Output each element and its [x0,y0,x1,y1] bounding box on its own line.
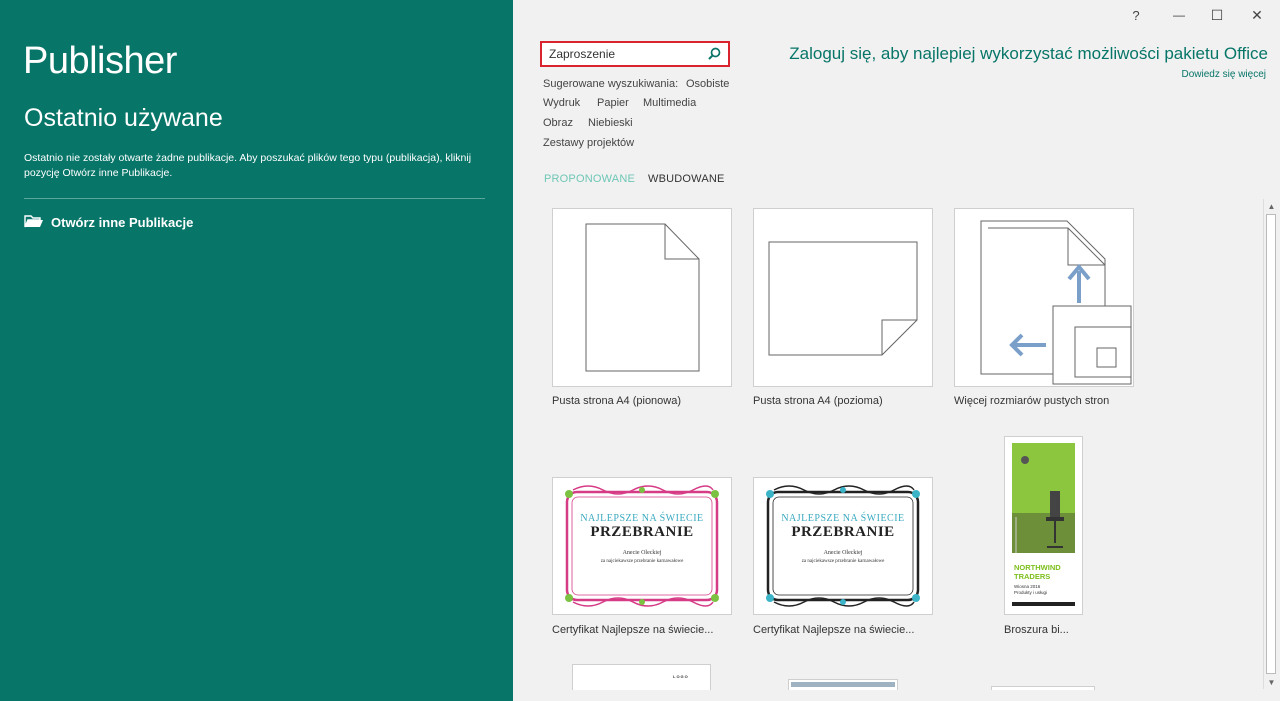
template-caption: Pusta strona A4 (pozioma) [753,395,883,407]
left-panel: Publisher Ostatnio używane Ostatnio nie … [0,0,513,701]
template-caption: Więcej rozmiarów pustych stron [954,395,1110,407]
recent-description: Ostatnio nie zostały otwarte żadne publi… [24,152,472,179]
signin-prompt[interactable]: Zaloguj się, aby najlepiej wykorzystać m… [789,44,1268,64]
brochure-name-line: NORTHWIND [1014,563,1061,572]
recent-heading: Ostatnio używane [24,104,223,132]
scroll-down-arrow-icon[interactable]: ▼ [1264,675,1279,689]
open-other-label: Otwórz inne Publikacje [51,215,194,230]
template-caption: Pusta strona A4 (pionowa) [552,395,682,407]
vertical-scrollbar[interactable]: ▲ ▼ [1263,199,1279,689]
template-caption: Certyfikat Najlepsze na świecie... [552,624,714,636]
template-brochure[interactable]: NORTHWIND TRADERS Wiosna 2016 Produkty i… [1004,436,1083,615]
page-sizes-thumbnail [980,220,1132,385]
divider [24,198,485,199]
certificate-recipient: Anecie Oleckiej [823,550,863,556]
suggested-searches-label: Sugerowane wyszukiwania: [543,78,679,90]
pink-swirl-border [565,485,719,607]
brochure-sub-line: Produkty i usługi [1014,590,1048,595]
template-partial[interactable]: LOGO [572,664,711,690]
brochure-company-name: NORTHWIND TRADERS [1014,563,1061,581]
template-caption: Broszura bi... [1004,624,1069,636]
certificate-title-big: PRZEBRANIE [590,524,694,540]
black-swirl-border [766,485,920,607]
minimize-button[interactable]: — [1159,0,1199,30]
search-input[interactable] [549,47,699,61]
blank-landscape-page-thumbnail [768,241,918,356]
brochure-subtitle: Wiosna 2016 Produkty i usługi [1014,584,1047,596]
suggestion-link[interactable]: Wydruk [543,97,580,109]
blank-portrait-page-thumbnail [585,223,700,372]
suggestion-link[interactable]: Niebieski [588,117,633,129]
tab-featured[interactable]: PROPONOWANE [544,173,635,185]
tab-builtin[interactable]: WBUDOWANE [648,173,725,185]
brochure-footer-bar [1012,602,1075,606]
certificate-recipient: Anecie Oleckiej [622,550,662,556]
close-button[interactable]: ✕ [1237,0,1277,30]
maximize-button[interactable]: ☐ [1197,0,1237,30]
certificate-title-small: NAJLEPSZE NA ŚWIECIE [781,513,905,524]
search-icon[interactable] [708,47,721,65]
suggestion-link[interactable]: Papier [597,97,629,109]
scroll-up-arrow-icon[interactable]: ▲ [1264,199,1279,213]
certificate-title-big: PRZEBRANIE [791,524,895,540]
template-certificate-teal[interactable]: NAJLEPSZE NA ŚWIECIE PRZEBRANIE Anecie O… [753,477,933,615]
logo-placeholder: LOGO [673,674,689,679]
learn-more-link[interactable]: Dowiedz się więcej [1182,69,1266,80]
template-more-blank-sizes[interactable] [954,208,1134,387]
template-caption: Certyfikat Najlepsze na świecie... [753,624,915,636]
suggestion-link[interactable]: Obraz [543,117,573,129]
brochure-name-line: TRADERS [1014,572,1051,581]
certificate-reason: za najciekawsze przebranie karnawałowe [600,559,684,564]
app-title: Publisher [23,40,177,82]
main-panel: ? — ☐ ✕ Sugerowane wyszukiwania: Osobist… [513,0,1280,701]
brochure-photo [1012,443,1075,553]
certificate-title-small: NAJLEPSZE NA ŚWIECIE [580,513,704,524]
folder-open-icon [24,213,51,232]
suggestion-link[interactable]: Multimedia [643,97,696,109]
suggestion-link[interactable]: Osobiste [686,78,729,90]
open-other-publications-link[interactable]: Otwórz inne Publikacje [24,213,193,232]
template-blank-a4-landscape[interactable] [753,208,933,387]
template-blank-a4-portrait[interactable] [552,208,732,387]
partial-thumbnail-bar [791,682,895,687]
certificate-reason: za najciekawsze przebranie karnawałowe [801,559,885,564]
template-certificate-pink[interactable]: NAJLEPSZE NA ŚWIECIE PRZEBRANIE Anecie O… [552,477,732,615]
help-button[interactable]: ? [1116,0,1156,30]
template-partial[interactable] [788,679,898,690]
template-search-box[interactable] [540,41,730,67]
scrollbar-thumb[interactable] [1266,214,1276,674]
template-partial[interactable] [991,686,1095,690]
suggestion-link[interactable]: Zestawy projektów [543,137,634,149]
